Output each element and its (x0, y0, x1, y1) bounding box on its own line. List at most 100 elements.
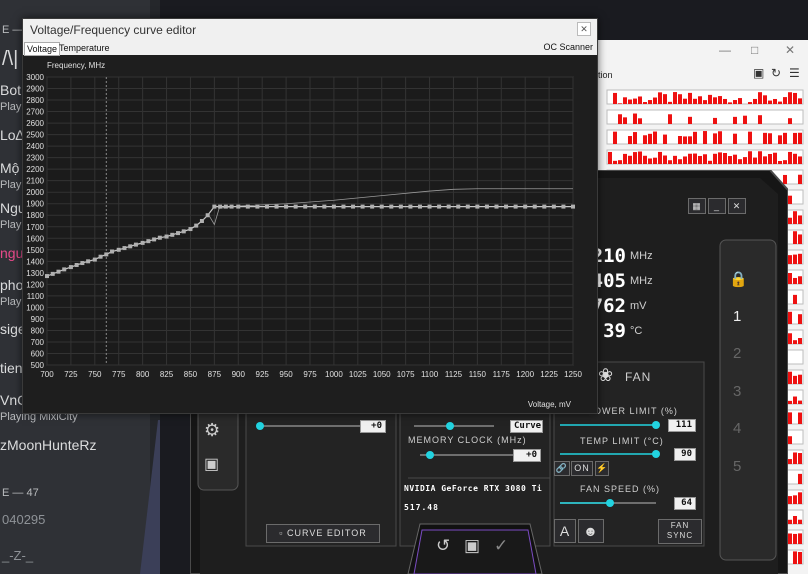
vf-curve-chart[interactable]: Frequency, MHz Voltage, mV 500 600 700 800 9… (23, 55, 597, 413)
stats-bar (798, 453, 802, 464)
member-item[interactable]: zMoonHunteRz (0, 437, 97, 455)
stats-bar (618, 160, 622, 164)
stats-bar (788, 436, 792, 444)
memory-clock-slider[interactable] (416, 449, 526, 461)
y-axis-label: Frequency, MHz (47, 61, 105, 70)
stats-bar (798, 314, 802, 324)
power-limit-value[interactable]: 111 (668, 419, 696, 432)
maximize-icon[interactable]: □ (751, 43, 758, 57)
profile-2[interactable]: 2 (733, 345, 742, 362)
stats-bar (693, 98, 697, 104)
stats-bar (763, 95, 767, 104)
stats-bar (613, 131, 617, 144)
close-button[interactable]: ✕ (728, 198, 746, 214)
curve-point (255, 204, 260, 209)
core-clock-slider[interactable] (256, 420, 362, 432)
stats-bar (718, 152, 722, 164)
stats-bar (613, 92, 617, 104)
bars-icon: ▫ (279, 528, 284, 538)
curve-select[interactable]: Curve (510, 420, 543, 433)
y-tick-label: 2600 (26, 119, 44, 128)
link-icon[interactable]: 🔗 (554, 461, 570, 476)
save-icon[interactable]: ▣ (464, 536, 481, 556)
stats-bar (793, 231, 797, 244)
stats-bar (788, 400, 792, 404)
member-item[interactable]: tien (0, 360, 23, 378)
sidebar-deco-text: /\| (2, 48, 19, 70)
x-tick-label: 825 (160, 370, 174, 379)
monitor-icon[interactable]: ▣ (204, 454, 220, 474)
stats-bar (788, 217, 792, 224)
y-tick-label: 800 (31, 326, 45, 335)
oc-scanner-button[interactable]: OC Scanner (543, 42, 593, 52)
curve-point (456, 204, 461, 209)
curve-point (484, 204, 489, 209)
profile-4[interactable]: 4 (733, 420, 742, 437)
close-icon[interactable]: ✕ (577, 22, 591, 36)
stats-bar (758, 115, 762, 124)
y-tick-label: 2200 (26, 165, 44, 174)
curve-point (146, 239, 151, 244)
minimize-icon[interactable]: — (719, 43, 731, 57)
settings-icon[interactable]: ⚙ (204, 420, 221, 441)
minimize-button[interactable]: _ (708, 198, 726, 214)
tab-voltage[interactable]: Voltage (24, 42, 61, 56)
x-tick-label: 725 (64, 370, 78, 379)
profile-1[interactable]: 1 (733, 308, 742, 325)
stats-bar (618, 103, 622, 104)
link-on-button[interactable]: ON (571, 461, 593, 476)
member-item[interactable]: Bot Playi (0, 82, 24, 113)
curve-point (140, 240, 145, 245)
stats-bar (738, 159, 742, 164)
y-tick-label: 500 (31, 361, 45, 370)
y-tick-label: 700 (31, 338, 45, 347)
curve-slider[interactable] (412, 420, 496, 432)
curve-editor-button[interactable]: ▫ CURVE EDITOR (266, 524, 380, 543)
stats-bar (688, 116, 692, 124)
curve-point (293, 204, 298, 209)
lock-icon[interactable]: 🔒 (729, 270, 749, 288)
member-item[interactable]: pho Playi (0, 277, 24, 308)
fan-sync-button[interactable]: FAN SYNC (658, 519, 702, 544)
user-icon[interactable]: ☻ (578, 519, 604, 543)
stats-bar (758, 92, 762, 104)
windows-icon[interactable]: ▦ (688, 198, 706, 214)
y-tick-label: 2000 (26, 188, 44, 197)
stats-bar (788, 311, 792, 324)
fan-speed-slider[interactable] (558, 497, 662, 509)
stats-bar (643, 135, 647, 144)
voltage-unit: mV (630, 300, 647, 312)
profile-3[interactable]: 3 (733, 383, 742, 400)
auto-fan-button[interactable]: A (554, 519, 576, 543)
member-item[interactable]: ngu (0, 245, 23, 263)
stats-bar (788, 273, 792, 284)
core-clock-value[interactable]: +0 (360, 420, 386, 433)
stats-bar (798, 234, 802, 244)
fan-speed-value[interactable]: 64 (674, 497, 696, 510)
y-tick-label: 1400 (26, 257, 44, 266)
close-icon[interactable]: ✕ (785, 43, 795, 57)
refresh-icon[interactable]: ↻ (771, 66, 781, 80)
memory-clock-value[interactable]: +0 (513, 449, 541, 462)
apply-icon[interactable]: ✓ (494, 536, 509, 556)
curve-point (50, 271, 55, 276)
member-item[interactable]: Lo∆ (0, 127, 24, 145)
x-tick-label: 1150 (469, 370, 487, 379)
power-limit-slider[interactable] (558, 419, 662, 431)
tab-temperature[interactable]: Temperature (57, 42, 112, 54)
chart-grid (46, 76, 574, 366)
camera-icon[interactable]: ▣ (753, 66, 764, 80)
reset-icon[interactable]: ↺ (436, 536, 451, 556)
stats-bar (788, 459, 792, 464)
bolt-icon[interactable]: ⚡ (595, 461, 609, 476)
curve-point (437, 204, 442, 209)
temp-limit-slider[interactable] (558, 448, 662, 460)
menu-icon[interactable]: ☰ (789, 66, 800, 80)
curve-point (110, 249, 115, 254)
stats-bar (778, 135, 782, 144)
member-item[interactable]: Mộ Playi (0, 160, 24, 191)
profile-5[interactable]: 5 (733, 458, 742, 475)
stats-bar (723, 152, 727, 164)
temp-limit-value[interactable]: 90 (674, 448, 696, 461)
x-tick-label: 1025 (349, 370, 367, 379)
